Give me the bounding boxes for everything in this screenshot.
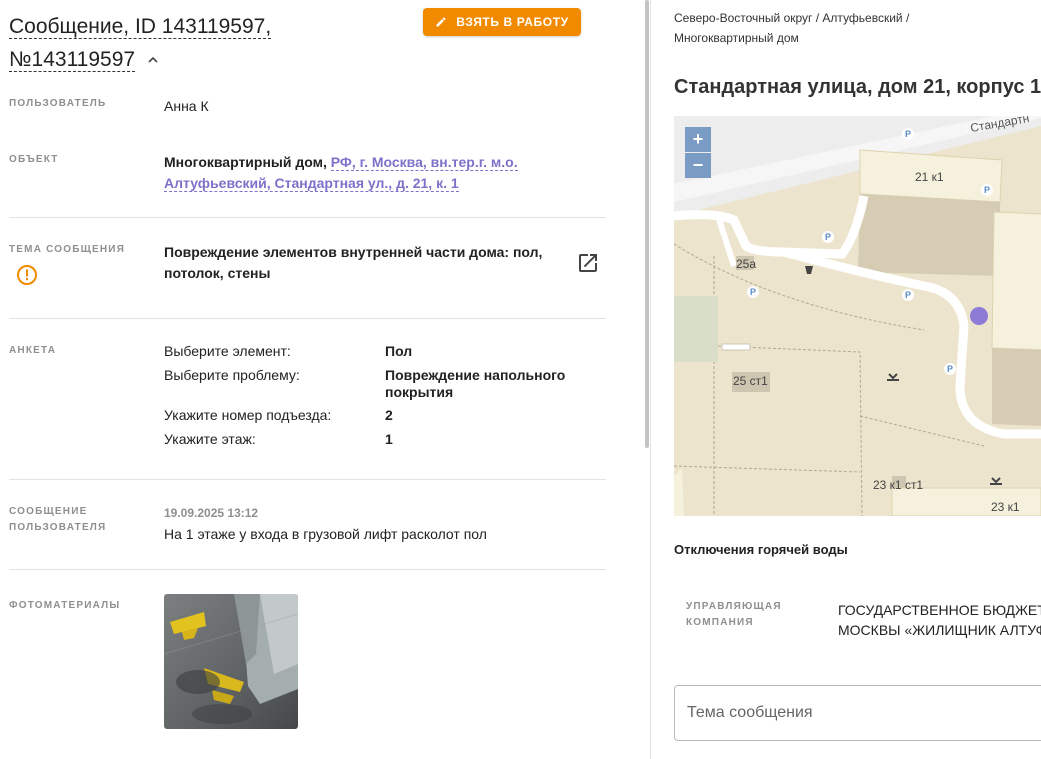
parking-icon: P: [902, 128, 914, 140]
survey-answer: 1: [385, 431, 393, 447]
topic-label: ТЕМА СООБЩЕНИЯ: [9, 244, 126, 255]
survey-answer: Пол: [385, 343, 413, 359]
take-to-work-button[interactable]: ВЗЯТЬ В РАБОТУ: [423, 8, 581, 36]
user-message-label-line2: ПОЛЬЗОВАТЕЛЯ: [9, 522, 107, 533]
divider: [9, 318, 606, 319]
object-value: Многоквартирный дом, РФ, г. Москва, вн.т…: [164, 152, 604, 194]
survey-question: Укажите этаж:: [164, 431, 256, 447]
management-company-value: ГОСУДАРСТВЕННОЕ БЮДЖЕТН МОСКВЫ «ЖИЛИЩНИК…: [838, 600, 1041, 640]
message-date: 19.09.2025 13:12: [164, 506, 259, 520]
title-line-1: Сообщение, ID 143119597,: [9, 15, 272, 39]
management-company-label-line2: КОМПАНИЯ: [686, 617, 754, 628]
zoom-in-button[interactable]: +: [685, 127, 711, 152]
parking-icon: P: [981, 184, 993, 196]
map-building-label: 21 к1: [915, 170, 944, 184]
map-building-label: 25 ст1: [733, 374, 768, 388]
object-address-title: Стандартная улица, дом 21, корпус 1: [674, 76, 1041, 98]
title-line-2: №143119597: [9, 48, 136, 72]
divider: [9, 217, 606, 218]
object-info-panel: Северо-Восточный округ / Алтуфьевский / …: [651, 0, 1041, 759]
user-label: ПОЛЬЗОВАТЕЛЬ: [9, 98, 107, 109]
management-company-line2: МОСКВЫ «ЖИЛИЩНИК АЛТУФ: [838, 622, 1041, 638]
parking-icon: P: [822, 231, 834, 243]
management-company-line1: ГОСУДАРСТВЕННОЕ БЮДЖЕТН: [838, 602, 1041, 618]
pencil-icon: [436, 17, 446, 27]
user-message-label: СООБЩЕНИЕ ПОЛЬЗОВАТЕЛЯ: [9, 504, 106, 536]
message-details-panel: Сообщение, ID 143119597, №143119597 ВЗЯТ…: [0, 0, 651, 759]
map[interactable]: Стандартн 21 к1 25а 25 ст1 23 к1 ст1 23 …: [674, 116, 1041, 516]
breadcrumb: Северо-Восточный округ / Алтуфьевский / …: [674, 8, 994, 48]
scrollbar[interactable]: [645, 0, 649, 448]
photos-label: ФОТОМАТЕРИАЛЫ: [9, 600, 121, 611]
message-text: На 1 этаже у входа в грузовой лифт раско…: [164, 526, 487, 542]
floor-damage-photo: [164, 594, 298, 729]
breadcrumb-line-2: Многоквартирный дом: [674, 31, 799, 45]
map-building-label: 23 к1: [991, 500, 1020, 514]
breadcrumb-line-1: Северо-Восточный округ / Алтуфьевский /: [674, 11, 910, 25]
message-subject-input[interactable]: [674, 685, 1041, 741]
survey-question: Выберите элемент:: [164, 343, 291, 359]
parking-icon: P: [902, 289, 914, 301]
map-building-label: 25а: [736, 257, 757, 271]
object-type: Многоквартирный дом,: [164, 154, 327, 170]
survey-question: Укажите номер подъезда:: [164, 407, 332, 423]
map-canvas: [674, 116, 1041, 516]
page-title: Сообщение, ID 143119597, №143119597: [9, 10, 339, 76]
management-company-label: УПРАВЛЯЮЩАЯ КОМПАНИЯ: [686, 599, 782, 631]
hot-water-outage-title: Отключения горячей воды: [674, 542, 848, 557]
survey-label: АНКЕТА: [9, 345, 57, 356]
survey-answer: Повреждение напольного покрытия: [385, 367, 566, 400]
divider: [9, 479, 606, 480]
topic-value: Повреждение элементов внутренней части д…: [164, 244, 543, 281]
parking-icon: P: [747, 286, 759, 298]
take-to-work-label: ВЗЯТЬ В РАБОТУ: [456, 15, 569, 29]
photo-thumbnail[interactable]: [164, 594, 298, 729]
open-external-icon[interactable]: [576, 251, 600, 275]
chevron-up-icon[interactable]: [148, 55, 158, 65]
zoom-out-button[interactable]: −: [685, 153, 711, 178]
divider: [9, 569, 606, 570]
survey-answer: 2: [385, 407, 393, 423]
survey-question: Выберите проблему:: [164, 367, 300, 383]
management-company-label-line1: УПРАВЛЯЮЩАЯ: [686, 601, 782, 612]
parking-icon: P: [944, 363, 956, 375]
user-message-label-line1: СООБЩЕНИЕ: [9, 506, 88, 517]
object-label: ОБЪЕКТ: [9, 154, 59, 165]
map-building-label: 23 к1 ст1: [873, 478, 924, 492]
user-value: Анна К: [164, 98, 209, 114]
warning-icon: [17, 265, 37, 285]
